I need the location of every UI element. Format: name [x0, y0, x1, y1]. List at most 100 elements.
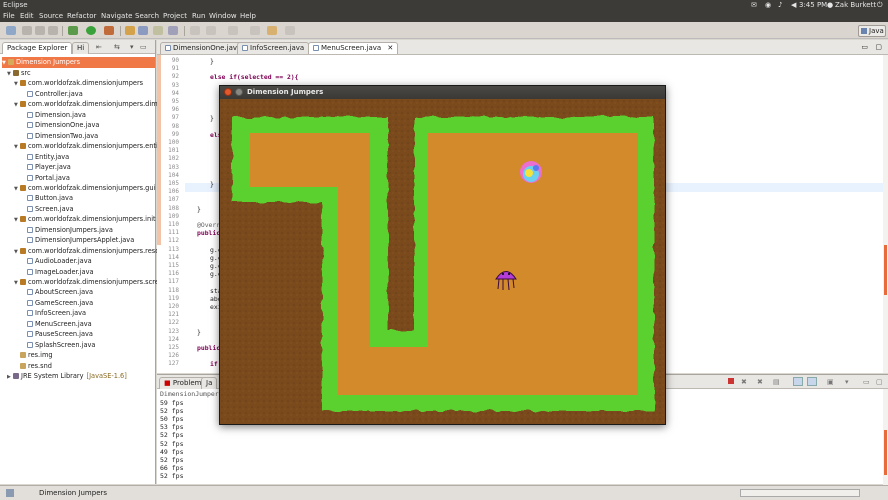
menu-file[interactable]: File	[3, 12, 15, 20]
tab-package-explorer[interactable]: Package Explorer	[2, 42, 73, 54]
tree-item[interactable]: res.snd	[14, 361, 52, 372]
print-icon[interactable]	[48, 26, 58, 35]
minimize-icon[interactable]: ▭	[863, 378, 870, 386]
menu-search[interactable]: Search	[135, 12, 159, 20]
menu-project[interactable]: Project	[163, 12, 187, 20]
search-icon[interactable]	[168, 26, 178, 35]
tree-item[interactable]: res.img	[14, 350, 53, 361]
game-window[interactable]: Dimension Jumpers	[219, 85, 666, 425]
menu-source[interactable]: Source	[39, 12, 63, 20]
code-line[interactable]: public	[197, 229, 220, 237]
mail-icon[interactable]: ✉	[751, 1, 757, 9]
tree-item[interactable]: MenuScreen.java	[21, 319, 92, 330]
save-all-icon[interactable]	[35, 26, 45, 35]
collapse-all-icon[interactable]: ⇤	[96, 43, 102, 51]
tree-item[interactable]: Portal.java	[21, 173, 70, 184]
game-canvas[interactable]	[220, 99, 665, 424]
tree-item[interactable]: ▼ com.worldofzak.dimensionjumpers.gui	[14, 183, 155, 194]
forward-icon[interactable]	[285, 26, 295, 35]
toggle-mark-icon[interactable]	[190, 26, 200, 35]
scroll-lock-icon[interactable]	[793, 377, 803, 386]
tree-item[interactable]: ▼ com.worldofzak.dimensionjumpers.dim	[14, 99, 158, 110]
tree-item[interactable]: DimensionTwo.java	[21, 131, 98, 142]
tree-item[interactable]: ImageLoader.java	[21, 267, 94, 278]
next-annotation-icon[interactable]	[228, 26, 238, 35]
view-menu-icon[interactable]: ▾	[130, 43, 134, 51]
tree-item[interactable]: ▼ src	[7, 68, 31, 79]
tree-item[interactable]: AboutScreen.java	[21, 287, 93, 298]
minimize-icon[interactable]: ▭	[140, 43, 147, 51]
prev-annotation-icon[interactable]	[250, 26, 260, 35]
terminate-icon[interactable]	[728, 378, 734, 384]
speaker-icon[interactable]: ◀	[791, 1, 796, 9]
tree-item[interactable]: ▼ com.worldofzak.dimensionjumpers.reso	[14, 246, 159, 257]
tree-item[interactable]: Dimension.java	[21, 110, 86, 121]
minimize-window-icon[interactable]	[235, 88, 243, 96]
tree-item[interactable]: ▼ com.worldofzak.dimensionjumpers.init	[14, 214, 156, 225]
tree-item[interactable]: AudioLoader.java	[21, 256, 92, 267]
console-scroll-thumb[interactable]	[884, 430, 887, 475]
power-icon[interactable]: ⏻	[877, 1, 883, 10]
debug-icon[interactable]	[68, 26, 78, 35]
tree-item[interactable]: Entity.java	[21, 152, 69, 163]
maximize-icon[interactable]: ▢	[875, 43, 882, 51]
back-icon[interactable]	[267, 26, 277, 35]
tree-item[interactable]: ▼ com.worldofzak.dimensionjumpers.enti	[14, 141, 158, 152]
external-tools-icon[interactable]	[104, 26, 114, 35]
remove-all-icon[interactable]: ✖	[757, 378, 763, 386]
tab-menuscreen[interactable]: MenuScreen.java ✕	[308, 42, 399, 54]
code-line[interactable]: }	[210, 180, 214, 188]
tree-item[interactable]: ▶ JRE System Library [JavaSE-1.6]	[7, 371, 127, 382]
code-line[interactable]: }	[197, 205, 201, 213]
code-line[interactable]: }	[210, 114, 214, 122]
menu-run[interactable]: Run	[192, 12, 205, 20]
tree-item[interactable]: InfoScreen.java	[21, 308, 86, 319]
link-editor-icon[interactable]: ⇆	[114, 43, 120, 51]
tree-item[interactable]: Button.java	[21, 193, 73, 204]
new-class-icon[interactable]	[138, 26, 148, 35]
code-line[interactable]: public	[197, 344, 220, 352]
volume-icon[interactable]: ♪	[778, 1, 782, 9]
code-line[interactable]: else if(selected == 2){	[210, 73, 299, 81]
close-tab-icon[interactable]: ✕	[387, 44, 393, 52]
wifi-icon[interactable]: ◉	[765, 1, 771, 9]
menu-navigate[interactable]: Navigate	[101, 12, 132, 20]
fast-view-icon[interactable]	[6, 489, 14, 497]
tab-infoscreen[interactable]: InfoScreen.java	[237, 42, 310, 54]
menu-help[interactable]: Help	[240, 12, 256, 20]
open-console-icon[interactable]: ▾	[845, 378, 849, 386]
new-package-icon[interactable]	[125, 26, 135, 35]
new-icon[interactable]	[6, 26, 16, 35]
user-name[interactable]: Zak Burkett	[835, 1, 876, 9]
save-icon[interactable]	[22, 26, 32, 35]
tree-item[interactable]: Screen.java	[21, 204, 74, 215]
tree-project[interactable]: ▼ Dimension Jumpers	[2, 57, 155, 68]
close-window-icon[interactable]	[224, 88, 232, 96]
tab-dimensionone[interactable]: DimensionOne.java	[160, 42, 247, 54]
overview-ruler[interactable]	[883, 55, 888, 373]
tree-item[interactable]: Player.java	[21, 162, 71, 173]
java-perspective-button[interactable]: Java	[858, 25, 886, 37]
clock[interactable]: 3:45 PM	[799, 1, 827, 9]
menu-window[interactable]: Window	[209, 12, 237, 20]
game-title-bar[interactable]: Dimension Jumpers	[220, 86, 665, 99]
tab-hierarchy[interactable]: Hi	[72, 42, 90, 54]
maximize-icon[interactable]: ▢	[876, 378, 883, 386]
tree-item[interactable]: SplashScreen.java	[21, 340, 95, 351]
progress-area[interactable]	[740, 489, 860, 497]
tab-javadoc[interactable]: Ja	[201, 377, 218, 389]
tree-item[interactable]: DimensionOne.java	[21, 120, 99, 131]
pin-console-icon[interactable]: ▣	[827, 378, 834, 386]
tree-item[interactable]: DimensionJumpersApplet.java	[21, 235, 134, 246]
menu-refactor[interactable]: Refactor	[67, 12, 96, 20]
minimize-icon[interactable]: ▭	[861, 43, 868, 51]
open-type-icon[interactable]	[153, 26, 163, 35]
code-line[interactable]: }	[210, 57, 214, 65]
tree-item[interactable]: Controller.java	[21, 89, 83, 100]
run-icon[interactable]	[86, 26, 96, 35]
annotation-icon[interactable]	[206, 26, 216, 35]
remove-launch-icon[interactable]: ✖	[741, 378, 747, 386]
code-line[interactable]: }	[197, 328, 201, 336]
tree-item[interactable]: ▼ com.worldofzak.dimensionjumpers.scre	[14, 277, 159, 288]
menu-edit[interactable]: Edit	[20, 12, 34, 20]
